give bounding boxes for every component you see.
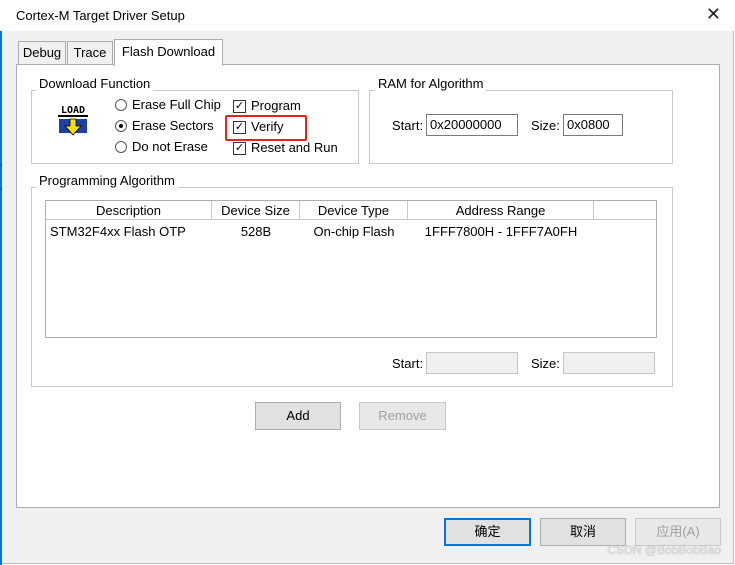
tab-label: Debug bbox=[22, 45, 62, 60]
verify-highlight-box bbox=[225, 115, 307, 141]
column-header-filler bbox=[594, 201, 656, 220]
ram-start-input[interactable]: 0x20000000 bbox=[426, 114, 518, 136]
algorithm-start-input[interactable] bbox=[426, 352, 518, 374]
checkbox-label-program: Program bbox=[251, 98, 301, 113]
radio-label-do-not-erase: Do not Erase bbox=[132, 139, 208, 154]
cell-device-type: On-chip Flash bbox=[313, 224, 395, 239]
table-row[interactable]: STM32F4xx Flash OTP 528B On-chip Flash 1… bbox=[46, 221, 656, 241]
watermark: CSDN @BobBobBao bbox=[607, 543, 721, 557]
ram-size-input[interactable]: 0x0800 bbox=[563, 114, 623, 136]
window-title: Cortex-M Target Driver Setup bbox=[16, 8, 185, 23]
ram-start-label: Start: bbox=[392, 118, 424, 133]
radio-erase-sectors[interactable] bbox=[115, 120, 127, 132]
download-function-title: Download Function bbox=[36, 77, 154, 91]
cancel-button[interactable]: 取消 bbox=[540, 518, 626, 546]
cell-device-size: 528B bbox=[240, 224, 272, 239]
column-header-device-size[interactable]: Device Size bbox=[212, 201, 300, 220]
load-icon: LOAD bbox=[56, 102, 90, 138]
column-header-address-range[interactable]: Address Range bbox=[408, 201, 594, 220]
background-edge-mark: , bbox=[0, 156, 4, 168]
tab-label: Trace bbox=[73, 45, 107, 60]
remove-button[interactable]: Remove bbox=[359, 402, 446, 430]
cell-address-range: 1FFF7800H - 1FFF7A0FH bbox=[424, 224, 578, 239]
ram-size-label: Size: bbox=[531, 118, 560, 133]
tab-flash-download[interactable]: Flash Download bbox=[114, 39, 223, 66]
background-edge-mark: , bbox=[0, 180, 4, 192]
cell-description: STM32F4xx Flash OTP bbox=[50, 224, 186, 239]
column-header-device-type[interactable]: Device Type bbox=[300, 201, 408, 220]
checkbox-program[interactable]: ✓ bbox=[233, 100, 246, 113]
algorithm-list[interactable]: Description Device Size Device Type Addr… bbox=[45, 200, 657, 338]
ram-for-algorithm-title: RAM for Algorithm bbox=[375, 77, 487, 91]
checkbox-label-reset-and-run: Reset and Run bbox=[251, 140, 338, 155]
radio-label-erase-full-chip: Erase Full Chip bbox=[132, 97, 221, 112]
radio-do-not-erase[interactable] bbox=[115, 141, 127, 153]
radio-label-erase-sectors: Erase Sectors bbox=[132, 118, 214, 133]
algorithm-size-input[interactable] bbox=[563, 352, 655, 374]
ok-button[interactable]: 确定 bbox=[444, 518, 531, 546]
programming-algorithm-title: Programming Algorithm bbox=[36, 174, 178, 188]
checkbox-reset-and-run[interactable]: ✓ bbox=[233, 142, 246, 155]
radio-erase-full-chip[interactable] bbox=[115, 99, 127, 111]
algorithm-size-label: Size: bbox=[531, 356, 560, 371]
load-icon-text: LOAD bbox=[61, 105, 85, 116]
tab-trace[interactable]: Trace bbox=[67, 41, 113, 64]
close-icon[interactable]: ✕ bbox=[706, 4, 721, 24]
algorithm-start-label: Start: bbox=[392, 356, 424, 371]
tab-debug[interactable]: Debug bbox=[18, 41, 66, 64]
add-button[interactable]: Add bbox=[255, 402, 341, 430]
tab-label: Flash Download bbox=[121, 44, 216, 59]
column-header-description[interactable]: Description bbox=[46, 201, 212, 220]
apply-button[interactable]: 应用(A) bbox=[635, 518, 721, 546]
